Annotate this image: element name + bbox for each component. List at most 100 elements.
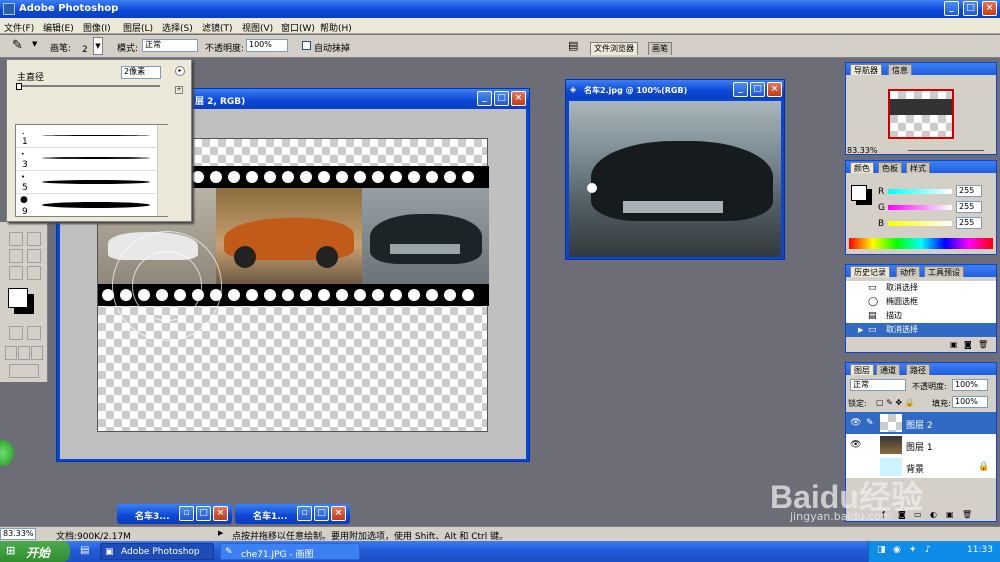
fill-input[interactable]: 100%: [952, 396, 988, 408]
r-slider[interactable]: [888, 189, 952, 194]
tab-navigator[interactable]: 导航器: [850, 64, 882, 75]
history-item[interactable]: ▤ 描边: [846, 309, 996, 323]
navigator-zoom-slider[interactable]: [908, 150, 984, 151]
diameter-slider-thumb[interactable]: [16, 83, 22, 90]
navigator-preview[interactable]: [888, 89, 954, 139]
status-zoom-input[interactable]: 83.33%: [0, 528, 36, 540]
tab-brushes[interactable]: 画笔: [648, 42, 672, 55]
layer-row-selected[interactable]: 👁 ✎ 图层 2: [846, 412, 996, 434]
quicklaunch-icon[interactable]: ▤: [80, 545, 89, 556]
lock-icons[interactable]: ▢ ✎ ✥ 🔒: [876, 398, 915, 407]
layer-opacity-input[interactable]: 100%: [952, 379, 988, 391]
brush-preset-1[interactable]: • 1: [16, 125, 156, 148]
g-input[interactable]: 255: [956, 201, 982, 213]
color-fg-swatch[interactable]: [851, 185, 867, 201]
car2-maximize-button[interactable]: □: [750, 82, 765, 97]
task-photoshop[interactable]: ▣ Adobe Photoshop: [100, 543, 214, 560]
palette-well-icon[interactable]: ▤: [568, 39, 578, 52]
brush-picker-button[interactable]: ▼: [93, 37, 103, 55]
tab-paths[interactable]: 路径: [906, 364, 930, 375]
jump-to-imageready-icon[interactable]: [9, 364, 39, 378]
diameter-slider-track[interactable]: [17, 85, 160, 87]
tray-icon[interactable]: ◉: [893, 545, 901, 555]
pen-tool-icon[interactable]: [9, 232, 23, 246]
quick-mask-icon[interactable]: [27, 326, 41, 340]
r-input[interactable]: 255: [956, 185, 982, 197]
popup-menu-arrow-icon[interactable]: ▸: [175, 66, 185, 76]
tool-preset-arrow-icon[interactable]: ▼: [32, 40, 37, 48]
auto-erase-checkbox[interactable]: [302, 41, 311, 50]
minimized-doc-car1[interactable]: 名车1... ▫ □ ×: [235, 504, 350, 524]
pencil-tool-icon[interactable]: ✎: [12, 38, 23, 53]
tab-layers[interactable]: 图层: [850, 364, 874, 375]
blend-mode-select[interactable]: 正常: [850, 379, 906, 391]
brush-preset-3[interactable]: • 3: [16, 148, 156, 171]
preset-list-scrollbar[interactable]: [157, 125, 168, 216]
delete-layer-icon[interactable]: 🗑: [962, 510, 972, 519]
standard-mode-icon[interactable]: [9, 326, 23, 340]
menu-window[interactable]: 窗口(W): [281, 21, 315, 34]
car2-close-button[interactable]: ×: [767, 82, 782, 97]
screen-mode-3-icon[interactable]: [31, 346, 43, 360]
b-slider[interactable]: [888, 221, 952, 226]
menu-file[interactable]: 文件(F): [4, 21, 34, 34]
tab-info[interactable]: 信息: [888, 64, 912, 75]
layer-row[interactable]: 👁 图层 1: [846, 434, 996, 456]
clock[interactable]: 11:33: [967, 545, 993, 555]
rectangle-tool-icon[interactable]: [27, 232, 41, 246]
car2-photo[interactable]: [569, 101, 781, 257]
adjustment-icon[interactable]: ◐: [930, 510, 937, 519]
history-item[interactable]: ◯ 椭圆选框: [846, 295, 996, 309]
history-item-selected[interactable]: ▶ ▭ 取消选择: [846, 323, 996, 337]
task-paint[interactable]: ✎ che71.JPG - 画图: [220, 543, 360, 560]
menu-edit[interactable]: 编辑(E): [43, 21, 74, 34]
tab-file-browser[interactable]: 文件浏览器: [590, 42, 638, 55]
tab-history[interactable]: 历史记录: [850, 266, 890, 277]
g-slider[interactable]: [888, 205, 952, 210]
trash-icon[interactable]: 🗑: [978, 340, 988, 349]
menu-layer[interactable]: 图层(L): [123, 21, 153, 34]
tab-swatches[interactable]: 色板: [878, 162, 902, 173]
doc-close-button[interactable]: ×: [511, 91, 526, 106]
car2-minimize-button[interactable]: _: [733, 82, 748, 97]
menu-help[interactable]: 帮助(H): [320, 21, 352, 34]
diameter-input[interactable]: 2像素: [121, 66, 161, 79]
tab-tool-presets[interactable]: 工具预设: [924, 266, 964, 277]
brush-preset-list[interactable]: • 1 • 3 • 5 ● 9: [15, 124, 168, 217]
color-spectrum-bar[interactable]: [849, 238, 993, 249]
brush-preset-5[interactable]: • 5: [16, 171, 156, 194]
minimize-button[interactable]: _: [944, 1, 959, 16]
tab-color[interactable]: 颜色: [850, 162, 874, 173]
mode-select[interactable]: 正常: [142, 39, 198, 52]
eyedropper-tool-icon[interactable]: [27, 249, 41, 263]
tab-actions[interactable]: 动作: [896, 266, 920, 277]
doc-maximize-button[interactable]: □: [494, 91, 509, 106]
menu-select[interactable]: 选择(S): [162, 21, 193, 34]
zoom-tool-icon[interactable]: [27, 266, 41, 280]
brush-preset-9[interactable]: ● 9: [16, 194, 156, 217]
b-input[interactable]: 255: [956, 217, 982, 229]
start-button[interactable]: ⊞ 开始: [0, 541, 70, 562]
eye-icon[interactable]: 👁: [850, 440, 861, 450]
tab-channels[interactable]: 通道: [876, 364, 900, 375]
foreground-color-swatch[interactable]: [8, 288, 28, 308]
minimized-doc-car3[interactable]: 名车3... ▫ □ ×: [117, 504, 232, 524]
status-arrow-icon[interactable]: ▶: [218, 529, 223, 537]
menu-view[interactable]: 视图(V): [242, 21, 273, 34]
hand-tool-icon[interactable]: [9, 266, 23, 280]
navigator-zoom-value[interactable]: 83.33%: [847, 146, 878, 155]
brush-link-icon[interactable]: ✎: [866, 418, 874, 428]
doc-minimize-button[interactable]: _: [477, 91, 492, 106]
new-layer-icon[interactable]: ▣: [946, 510, 954, 519]
notes-tool-icon[interactable]: [9, 249, 23, 263]
new-preset-icon[interactable]: +: [175, 86, 183, 94]
close-button[interactable]: ×: [982, 1, 997, 16]
screen-mode-2-icon[interactable]: [18, 346, 30, 360]
new-doc-icon[interactable]: ▣: [950, 340, 958, 349]
menu-image[interactable]: 图像(I): [83, 21, 111, 34]
snapshot-icon[interactable]: ◙: [964, 340, 972, 349]
opacity-input[interactable]: 100%: [246, 39, 288, 52]
screen-mode-1-icon[interactable]: [5, 346, 17, 360]
eye-icon[interactable]: 👁: [850, 418, 861, 428]
menu-filter[interactable]: 滤镜(T): [202, 21, 233, 34]
